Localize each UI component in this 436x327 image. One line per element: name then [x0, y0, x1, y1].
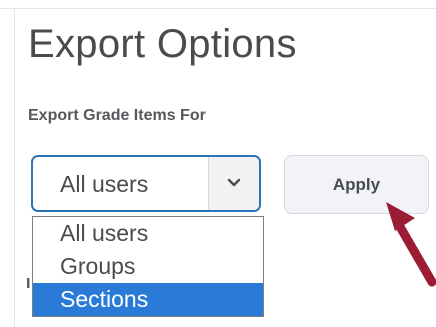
next-field-label-partial: I: [26, 278, 31, 290]
content-left-rule: [14, 8, 15, 327]
page-title: Export Options: [28, 22, 297, 66]
option-all-users[interactable]: All users: [33, 217, 263, 250]
option-groups[interactable]: Groups: [33, 250, 263, 283]
next-field-label-text: I: [26, 278, 31, 290]
pointer-arrow-icon: [386, 202, 436, 287]
top-border: [0, 0, 436, 9]
option-sections[interactable]: Sections: [33, 283, 263, 316]
export-grade-items-options: All users Groups Sections: [32, 216, 264, 317]
chevron-down-icon: [227, 178, 241, 187]
export-grade-items-label: Export Grade Items For: [28, 107, 206, 124]
select-toggle[interactable]: [208, 157, 259, 210]
select-current-value: All users: [60, 171, 149, 197]
export-grade-items-select[interactable]: All users: [31, 155, 261, 212]
